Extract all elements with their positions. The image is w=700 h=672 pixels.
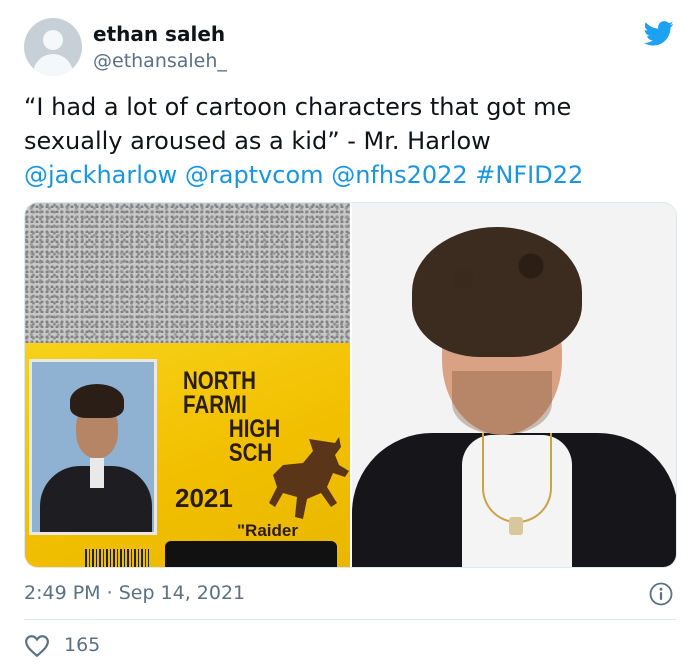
- media-photo-right[interactable]: [352, 203, 676, 567]
- id-portrait-hair: [70, 384, 124, 418]
- photo-beard: [452, 371, 552, 435]
- heart-icon[interactable]: [24, 634, 50, 658]
- avatar[interactable]: [24, 18, 82, 76]
- hashtag-nfid22[interactable]: #NFID22: [475, 161, 583, 189]
- tweet-timestamp[interactable]: 2:49 PM · Sep 14, 2021: [24, 582, 245, 604]
- barcode: [85, 549, 149, 567]
- photo-pendant: [509, 517, 523, 535]
- tweet-card: ethan saleh @ethansaleh_ “I had a lot of…: [0, 0, 700, 672]
- tweet-text: “I had a lot of cartoon characters that …: [24, 90, 674, 192]
- tweet-date: Sep 14, 2021: [118, 582, 246, 604]
- info-icon[interactable]: [649, 582, 673, 606]
- tweet-text-line-2: sexually aroused as a kid” - Mr. Harlow: [24, 127, 491, 155]
- tweet-time: 2:49 PM: [24, 582, 101, 604]
- avatar-shoulders: [33, 54, 73, 76]
- ceiling-texture: [25, 203, 350, 343]
- id-year: 2021: [175, 483, 233, 513]
- id-mascot: "Raider: [237, 521, 298, 540]
- tweet-text-line-1: “I had a lot of cartoon characters that …: [24, 93, 572, 121]
- id-portrait-neck: [90, 458, 104, 488]
- redaction-bar: [165, 541, 337, 567]
- mention-raptvcom[interactable]: @raptvcom: [185, 161, 324, 189]
- twitter-bird-icon[interactable]: [642, 18, 676, 48]
- divider: [24, 619, 676, 620]
- tweet-tags: @jackharlow @raptvcom @nfhs2022 #NFID22: [24, 158, 674, 192]
- id-portrait: [29, 359, 157, 535]
- media-photo-left[interactable]: NORTH FARMI HIGH SCH 2021 "Raider: [25, 203, 350, 567]
- avatar-head: [43, 30, 63, 50]
- author-name[interactable]: ethan saleh: [93, 22, 225, 46]
- photo-hair: [412, 227, 582, 357]
- mention-jackharlow[interactable]: @jackharlow: [24, 161, 177, 189]
- author-handle[interactable]: @ethansaleh_: [93, 50, 227, 72]
- photo-chain: [482, 433, 552, 523]
- timestamp-separator: ·: [100, 582, 119, 604]
- school-name-line-1: NORTH FARMI: [183, 367, 256, 419]
- student-id-card: NORTH FARMI HIGH SCH 2021 "Raider: [25, 343, 350, 567]
- horse-rider-icon: [269, 437, 349, 519]
- media-grid: NORTH FARMI HIGH SCH 2021 "Raider: [24, 202, 677, 568]
- like-count[interactable]: 165: [64, 634, 100, 656]
- mention-nfhs2022[interactable]: @nfhs2022: [331, 161, 467, 189]
